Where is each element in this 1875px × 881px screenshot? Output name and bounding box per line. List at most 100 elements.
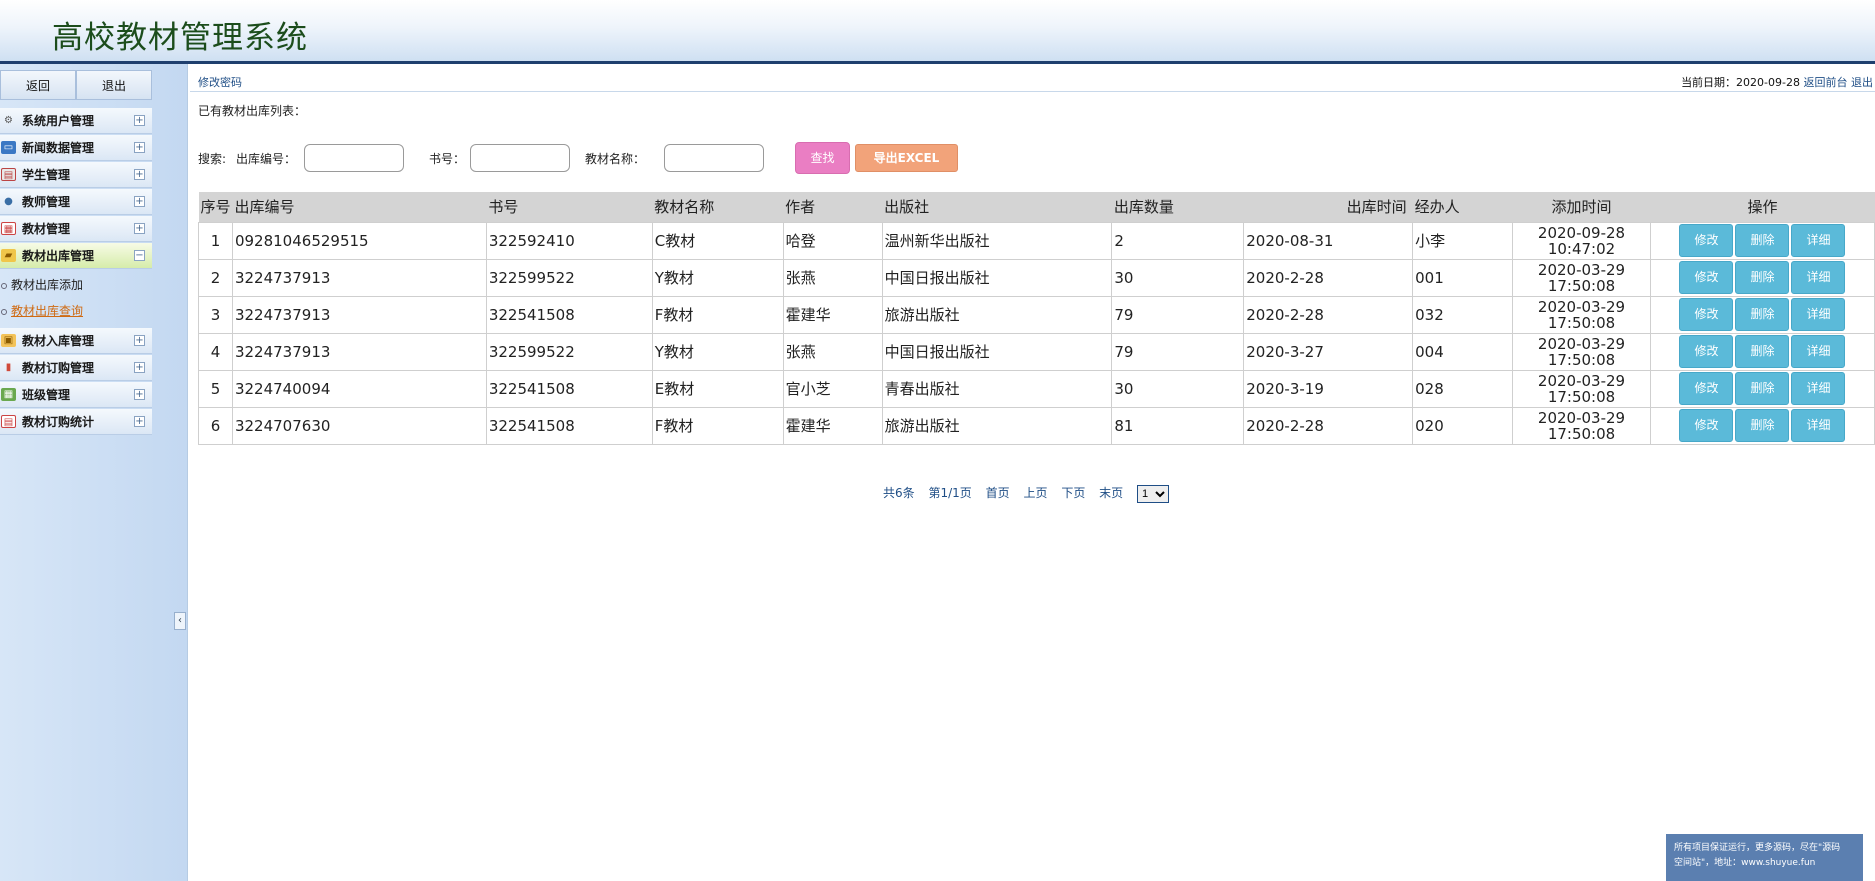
textbook-name-input[interactable]	[664, 144, 764, 172]
expand-icon[interactable]: +	[134, 223, 145, 234]
delete-button[interactable]: 删除	[1735, 372, 1790, 405]
expand-icon[interactable]: +	[134, 169, 145, 180]
added-clock: 10:47:02	[1547, 239, 1616, 258]
cell-outbound-time: 2020-3-27	[1243, 332, 1414, 371]
edit-button[interactable]: 修改	[1679, 335, 1734, 368]
pager-next-link[interactable]: 下页	[1061, 486, 1085, 500]
logout-button[interactable]: 退出	[76, 70, 152, 100]
sidebar-item-label: 系统用户管理	[22, 114, 95, 128]
submenu-outbound-add[interactable]: 教材出库添加	[0, 272, 152, 298]
edit-button[interactable]: 修改	[1679, 261, 1734, 294]
cell-added-time: 2020-03-29 17:50:08	[1512, 295, 1651, 334]
top-bar: 修改密码 当前日期：2020-09-28 返回前台 退出	[190, 70, 1875, 92]
expand-icon[interactable]: +	[134, 335, 145, 346]
expand-icon[interactable]: +	[134, 142, 145, 153]
edit-button[interactable]: 修改	[1679, 372, 1734, 405]
stats-icon: ▤	[1, 415, 16, 428]
expand-icon[interactable]: +	[134, 416, 145, 427]
table-row: 5 3224740094 322541508 E教材 官小芝 青春出版社 30 …	[198, 369, 1875, 408]
export-excel-button[interactable]: 导出EXCEL	[855, 144, 958, 172]
pager-first-link[interactable]: 首页	[986, 486, 1010, 500]
folder-icon: ▰	[1, 249, 16, 262]
cell-actions: 修改 删除 详细	[1649, 258, 1875, 297]
cell-author: 张燕	[782, 258, 883, 297]
cell-handler: 028	[1412, 369, 1514, 408]
header-outbound-time: 出库时间	[1243, 192, 1413, 222]
header-added-time: 添加时间	[1512, 192, 1651, 222]
expand-icon[interactable]: +	[134, 389, 145, 400]
delete-button[interactable]: 删除	[1735, 409, 1790, 442]
collapse-icon[interactable]: −	[134, 250, 145, 261]
sidebar: 返回 退出 ⚙ 系统用户管理 + ▭ 新闻数据管理 + ▤ 学生管理 + ● 教…	[0, 64, 188, 881]
cell-actions: 修改 删除 详细	[1649, 221, 1875, 260]
header-outbound-no: 出库编号	[232, 192, 487, 222]
cell-handler: 020	[1412, 406, 1514, 445]
book-no-input[interactable]	[470, 144, 570, 172]
cell-textbook-name: F教材	[651, 295, 784, 334]
detail-button[interactable]: 详细	[1791, 298, 1846, 331]
search-button[interactable]: 查找	[795, 142, 850, 174]
delete-button[interactable]: 删除	[1735, 224, 1790, 257]
sidebar-item-system-users[interactable]: ⚙ 系统用户管理 +	[0, 108, 152, 134]
delete-button[interactable]: 删除	[1735, 261, 1790, 294]
detail-button[interactable]: 详细	[1791, 224, 1846, 257]
sidebar-item-order-stats[interactable]: ▤ 教材订购统计 +	[0, 409, 152, 435]
cell-author: 霍建华	[782, 406, 883, 445]
pager-last-link[interactable]: 末页	[1099, 486, 1123, 500]
sidebar-item-outbound[interactable]: ▰ 教材出库管理 −	[0, 243, 152, 269]
cell-book-no: 322541508	[485, 369, 653, 408]
sidebar-item-students[interactable]: ▤ 学生管理 +	[0, 162, 152, 188]
delete-button[interactable]: 删除	[1735, 335, 1790, 368]
sidebar-collapse-handle[interactable]: ‹	[174, 612, 186, 630]
back-button[interactable]: 返回	[0, 70, 76, 100]
cell-quantity: 79	[1111, 295, 1245, 334]
detail-button[interactable]: 详细	[1791, 335, 1846, 368]
detail-button[interactable]: 详细	[1791, 372, 1846, 405]
expand-icon[interactable]: +	[134, 196, 145, 207]
sidebar-item-inbound[interactable]: ▣ 教材入库管理 +	[0, 328, 152, 354]
table-row: 4 3224737913 322599522 Y教材 张燕 中国日报出版社 79…	[198, 332, 1875, 371]
header-handler: 经办人	[1412, 192, 1513, 222]
pager-prev-link[interactable]: 上页	[1023, 486, 1047, 500]
detail-button[interactable]: 详细	[1791, 409, 1846, 442]
sidebar-item-label: 新闻数据管理	[22, 141, 95, 155]
outbound-no-input[interactable]	[304, 144, 404, 172]
sidebar-item-teachers[interactable]: ● 教师管理 +	[0, 189, 152, 215]
book-no-label: 书号：	[429, 152, 466, 166]
cell-outbound-no: 3224737913	[231, 295, 487, 334]
sidebar-item-textbooks[interactable]: ▦ 教材管理 +	[0, 216, 152, 242]
sidebar-item-label: 学生管理	[22, 168, 71, 182]
expand-icon[interactable]: +	[134, 362, 145, 373]
added-date: 2020-03-29	[1537, 408, 1626, 427]
sidebar-item-label: 教材管理	[22, 222, 71, 236]
sidebar-item-news[interactable]: ▭ 新闻数据管理 +	[0, 135, 152, 161]
delete-button[interactable]: 删除	[1735, 298, 1790, 331]
front-page-link[interactable]: 返回前台	[1804, 76, 1848, 89]
cell-quantity: 79	[1111, 332, 1245, 371]
detail-button[interactable]: 详细	[1791, 261, 1846, 294]
sidebar-item-orders[interactable]: ▮ 教材订购管理 +	[0, 355, 152, 381]
sidebar-item-label: 教师管理	[22, 195, 71, 209]
calendar-icon: ▦	[1, 222, 16, 235]
sidebar-item-classes[interactable]: ▦ 班级管理 +	[0, 382, 152, 408]
submenu-outbound-query[interactable]: 教材出库查询	[0, 298, 152, 324]
cell-publisher: 青春出版社	[881, 369, 1113, 408]
sidebar-item-label: 班级管理	[22, 388, 71, 402]
cell-publisher: 旅游出版社	[881, 295, 1113, 334]
cell-quantity: 30	[1111, 369, 1245, 408]
monitor-icon: ▭	[1, 141, 16, 154]
list-title: 已有教材出库列表：	[198, 104, 307, 118]
cell-added-time: 2020-03-29 17:50:08	[1512, 332, 1651, 371]
edit-button[interactable]: 修改	[1679, 298, 1734, 331]
cell-author: 哈登	[782, 221, 883, 260]
edit-button[interactable]: 修改	[1679, 224, 1734, 257]
edit-button[interactable]: 修改	[1679, 409, 1734, 442]
table-row: 2 3224737913 322599522 Y教材 张燕 中国日报出版社 30…	[198, 258, 1875, 297]
expand-icon[interactable]: +	[134, 115, 145, 126]
grid-icon: ▦	[1, 388, 16, 401]
table-row: 1 09281046529515 322592410 C教材 哈登 温州新华出版…	[198, 221, 1875, 260]
page-select[interactable]: 1	[1137, 485, 1169, 503]
logout-link[interactable]: 退出	[1851, 76, 1873, 89]
added-date: 2020-03-29	[1537, 260, 1626, 279]
change-password-link[interactable]: 修改密码	[198, 74, 242, 90]
